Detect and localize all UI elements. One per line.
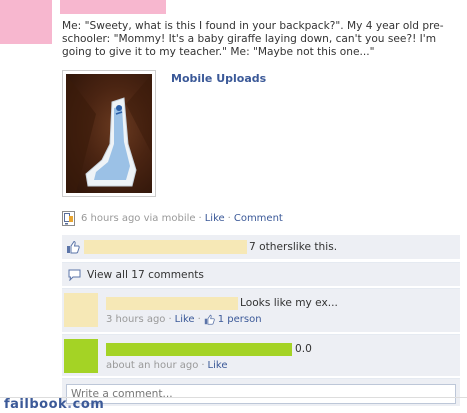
meta-separator: ·: [168, 314, 172, 325]
thumbs-up-icon: [67, 240, 80, 254]
post-timestamp[interactable]: 6 hours ago via mobile: [81, 213, 196, 224]
watermark-tld: com: [72, 397, 105, 412]
comment-text: 0.0: [295, 343, 312, 355]
meta-separator: ·: [197, 314, 201, 325]
post-like-link[interactable]: Like: [205, 213, 225, 224]
meta-separator: ·: [201, 360, 205, 371]
comment-like-count[interactable]: 1 person: [218, 314, 262, 325]
comment-input[interactable]: Write a comment...: [66, 384, 456, 404]
thumbs-up-icon: [204, 314, 215, 325]
giraffe-drawing-photo: [66, 74, 152, 193]
likes-row: 7 others like this.: [62, 235, 460, 259]
commenter-avatar-censored[interactable]: [64, 339, 98, 373]
post-meta-row: 6 hours ago via mobile · Like · Comment: [62, 210, 283, 226]
likes-suffix: like this.: [292, 241, 338, 253]
commenter-name-censored[interactable]: [106, 297, 238, 310]
comment-item: 0.0 about an hour ago · Like: [62, 334, 460, 376]
comment-text: Looks like my ex...: [240, 297, 338, 309]
poster-avatar-censored[interactable]: [0, 0, 52, 44]
comment-meta: 3 hours ago · Like · 1 person: [106, 314, 262, 325]
commenter-avatar-censored[interactable]: [64, 293, 98, 327]
poster-name-censored[interactable]: [60, 0, 166, 14]
failbook-watermark: failbook.com: [4, 397, 104, 412]
comment-time[interactable]: 3 hours ago: [106, 314, 165, 325]
mobile-upload-icon: [62, 210, 75, 226]
comment-like-link[interactable]: Like: [175, 314, 195, 325]
post-photo[interactable]: [62, 70, 156, 197]
meta-separator: ·: [198, 212, 202, 224]
comment-bubble-icon: [68, 269, 81, 281]
comment-item: Looks like my ex... 3 hours ago · Like ·…: [62, 288, 460, 332]
others-likes-link[interactable]: 7 others: [249, 241, 293, 253]
album-link[interactable]: Mobile Uploads: [171, 72, 266, 85]
post-message: Me: "Sweety, what is this I found in you…: [62, 20, 444, 58]
view-all-comments[interactable]: View all 17 comments: [62, 262, 460, 286]
comment-time[interactable]: about an hour ago: [106, 360, 198, 371]
commenter-name-censored[interactable]: [106, 343, 292, 356]
comment-like-link[interactable]: Like: [208, 360, 228, 371]
liker-names-censored[interactable]: [84, 240, 247, 254]
meta-separator: ·: [227, 212, 231, 224]
comment-composer-row: Write a comment...: [62, 378, 460, 406]
view-all-comments-label[interactable]: View all 17 comments: [87, 269, 204, 281]
post-comment-link[interactable]: Comment: [234, 213, 283, 224]
watermark-brand: failbook: [4, 397, 68, 412]
comment-meta: about an hour ago · Like: [106, 360, 227, 371]
